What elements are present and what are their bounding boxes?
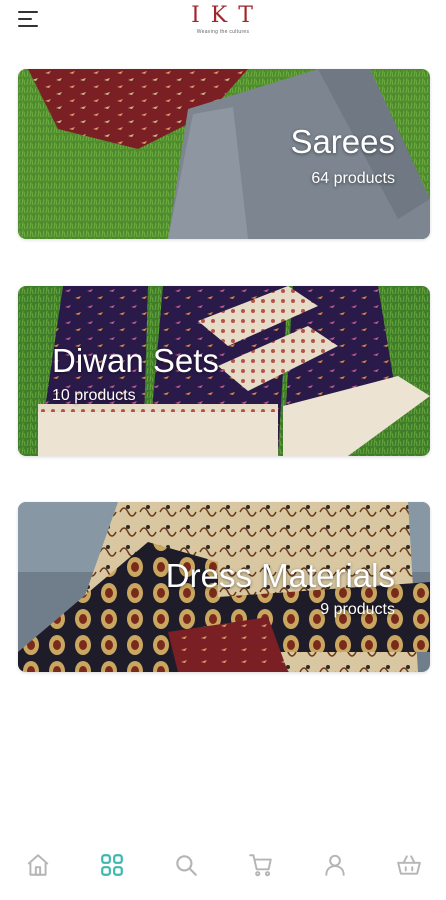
category-title: Sarees — [290, 123, 395, 160]
search-icon[interactable] — [173, 852, 199, 878]
brand-logo[interactable]: I K T Weaving the cultures — [0, 3, 446, 36]
category-card-diwan-sets[interactable]: Diwan Sets 10 products — [18, 286, 430, 456]
category-product-count: 64 products — [311, 170, 395, 187]
app-header: I K T Weaving the cultures — [0, 0, 446, 50]
category-product-count: 9 products — [320, 601, 395, 618]
logo-tagline: Weaving the cultures — [196, 29, 250, 35]
category-title: Diwan Sets — [52, 342, 219, 379]
cart-icon[interactable] — [248, 852, 274, 878]
account-icon[interactable] — [322, 852, 348, 878]
bottom-navigation — [0, 840, 446, 900]
shopping-bag-icon[interactable] — [396, 852, 422, 878]
category-card-dress-materials[interactable]: Dress Materials 9 products — [18, 502, 430, 672]
logo-mark: I K T — [191, 3, 255, 28]
category-product-count: 10 products — [52, 387, 136, 404]
home-icon[interactable] — [25, 852, 51, 878]
category-card-sarees[interactable]: Sarees 64 products — [18, 69, 430, 239]
categories-grid-icon[interactable] — [99, 852, 125, 878]
category-title: Dress Materials — [165, 557, 395, 594]
